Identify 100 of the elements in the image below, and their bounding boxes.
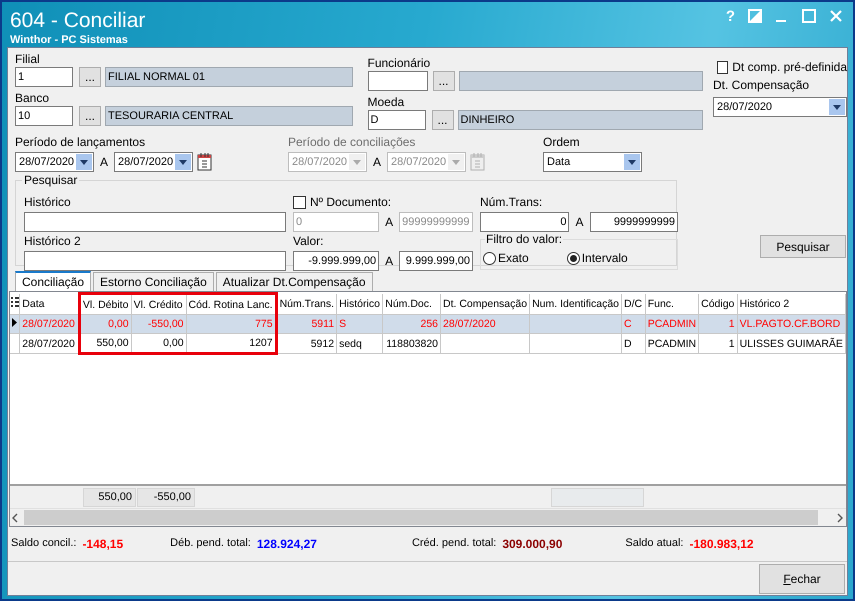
code-field[interactable] <box>368 71 428 91</box>
field-label: Filial <box>15 52 41 67</box>
number-field[interactable]: 9999999999 <box>590 212 678 232</box>
separator-label: A <box>373 155 382 169</box>
status-value: 309.000,90 <box>502 537 562 551</box>
radio-button[interactable] <box>483 252 496 265</box>
column-header[interactable]: Dt. Compensação <box>440 294 530 314</box>
table-row[interactable]: 28/07/2020 550,00 0,00 1207 5912 sedq 118803820 D PCADMIN 1 ULISSES GUIMARÃE <box>10 334 846 354</box>
field-label: Ordem <box>543 135 581 150</box>
separator-label: A <box>385 254 394 268</box>
column-header[interactable]: Data <box>20 294 80 314</box>
tab[interactable]: Atualizar Dt.Compensação <box>216 272 373 291</box>
restore-icon[interactable] <box>748 9 762 23</box>
table-cell: -550,00 <box>131 314 186 334</box>
tab[interactable]: Conciliação <box>15 271 92 291</box>
table-cell: 5912 <box>276 334 337 354</box>
status-value: 128.924,27 <box>256 537 317 551</box>
total-cell: -550,00 <box>137 488 195 506</box>
separator-label: A <box>575 215 584 229</box>
name-field: DINHEIRO <box>458 110 703 130</box>
column-header[interactable]: Histórico <box>336 294 383 314</box>
status-label: Saldo atual: <box>625 537 684 551</box>
columns-icon <box>10 296 19 308</box>
table-cell: 28/07/2020 <box>20 334 80 354</box>
code-field[interactable]: 1 <box>15 67 73 87</box>
lookup-button[interactable]: ... <box>79 67 101 87</box>
window-title: 604 - Conciliar <box>10 8 146 34</box>
name-field: TESOURARIA CENTRAL <box>105 106 352 126</box>
column-header[interactable]: Cód. Rotina Lanc. <box>186 294 276 314</box>
number-field[interactable]: -9.999.999,00 <box>293 251 380 271</box>
table-cell: 1 <box>698 314 738 334</box>
code-field[interactable]: 10 <box>15 106 73 126</box>
column-header[interactable]: Func. <box>645 294 699 314</box>
field-label: Nº Documento: <box>310 195 392 210</box>
checkbox[interactable] <box>717 61 728 74</box>
field-label: Histórico 2 <box>24 234 82 249</box>
status-value: -180.983,12 <box>690 537 754 551</box>
field-label: Período de conciliações <box>288 135 416 150</box>
table-cell: C <box>622 314 646 334</box>
radio-label: Intervalo <box>582 251 628 266</box>
column-header[interactable]: Histórico 2 <box>737 294 846 314</box>
text-field[interactable] <box>24 212 286 232</box>
column-header[interactable]: Vl. Débito <box>79 294 132 314</box>
table-cell: PCADMIN <box>645 334 699 354</box>
checkbox[interactable] <box>293 196 306 209</box>
search-button[interactable]: Pesquisar <box>760 235 846 258</box>
table-cell: S <box>336 314 383 334</box>
field-label: Histórico <box>24 195 72 210</box>
number-field[interactable]: 0 <box>480 212 570 232</box>
column-header[interactable]: Vl. Crédito <box>131 294 186 314</box>
date-dropdown[interactable]: 28/07/2020 <box>15 152 94 172</box>
lookup-button[interactable]: ... <box>432 110 454 130</box>
status-label: Créd. pend. total: <box>412 537 496 551</box>
table-cell: sedq <box>336 334 383 354</box>
calendar-icon[interactable] <box>197 153 212 171</box>
column-header[interactable]: Num. Identificação <box>530 294 622 314</box>
text-field[interactable] <box>24 251 286 271</box>
table-cell: VL.PAGTO.CF.BORD <box>737 314 846 334</box>
lookup-button[interactable]: ... <box>79 106 101 126</box>
table-cell: 28/07/2020 <box>20 314 80 334</box>
field-label: Dt. Compensação <box>713 78 810 93</box>
separator-label: A <box>385 215 394 229</box>
field-label: Funcionário <box>368 56 432 71</box>
column-header[interactable]: Núm.Doc. <box>382 294 441 314</box>
order-dropdown[interactable]: Data <box>543 152 642 172</box>
field-label: Valor: <box>293 234 324 249</box>
status-label: Saldo concil.: <box>11 537 76 551</box>
table-cell: PCADMIN <box>645 314 699 334</box>
tab[interactable]: Estorno Conciliação <box>93 272 214 291</box>
table-cell: 256 <box>382 314 441 334</box>
close-button[interactable]: Fechar <box>759 564 845 594</box>
table-cell: D <box>622 334 646 354</box>
code-field[interactable]: D <box>368 110 426 130</box>
number-field[interactable]: 9.999.999,00 <box>399 251 473 271</box>
name-field: FILIAL NORMAL 01 <box>105 67 352 87</box>
table-cell: 1 <box>698 334 738 354</box>
field-label: Banco <box>15 91 50 106</box>
column-header[interactable]: Núm.Trans. <box>276 294 337 314</box>
radio-button[interactable] <box>566 252 580 265</box>
radio-label: Exato <box>498 251 529 266</box>
maximize-icon[interactable] <box>802 9 816 23</box>
status-value: -148,15 <box>82 537 124 551</box>
table-cell: 550,00 <box>79 334 132 354</box>
column-header[interactable]: D/C <box>622 294 646 314</box>
horizontal-scrollbar[interactable] <box>10 508 846 526</box>
field-label: Núm.Trans: <box>480 195 542 210</box>
column-header[interactable]: Código <box>698 294 738 314</box>
date-dropdown[interactable]: 28/07/2020 <box>713 97 847 117</box>
total-cell: 550,00 <box>83 488 136 506</box>
lookup-button[interactable]: ... <box>432 71 454 91</box>
status-label: Déb. pend. total: <box>170 537 251 551</box>
window-subtitle: Winthor - PC Sistemas <box>10 34 129 47</box>
close-icon[interactable] <box>829 9 843 23</box>
group-title: Pesquisar <box>22 173 80 188</box>
date-dropdown[interactable]: 28/07/2020 <box>114 152 194 172</box>
field-label: Período de lançamentos <box>15 135 146 150</box>
table-cell: 5911 <box>276 314 337 334</box>
table-cell: 118803820 <box>382 334 441 354</box>
table-cell: 0,00 <box>131 334 186 354</box>
checkbox-label: Dt comp. pré-definida <box>732 60 847 75</box>
